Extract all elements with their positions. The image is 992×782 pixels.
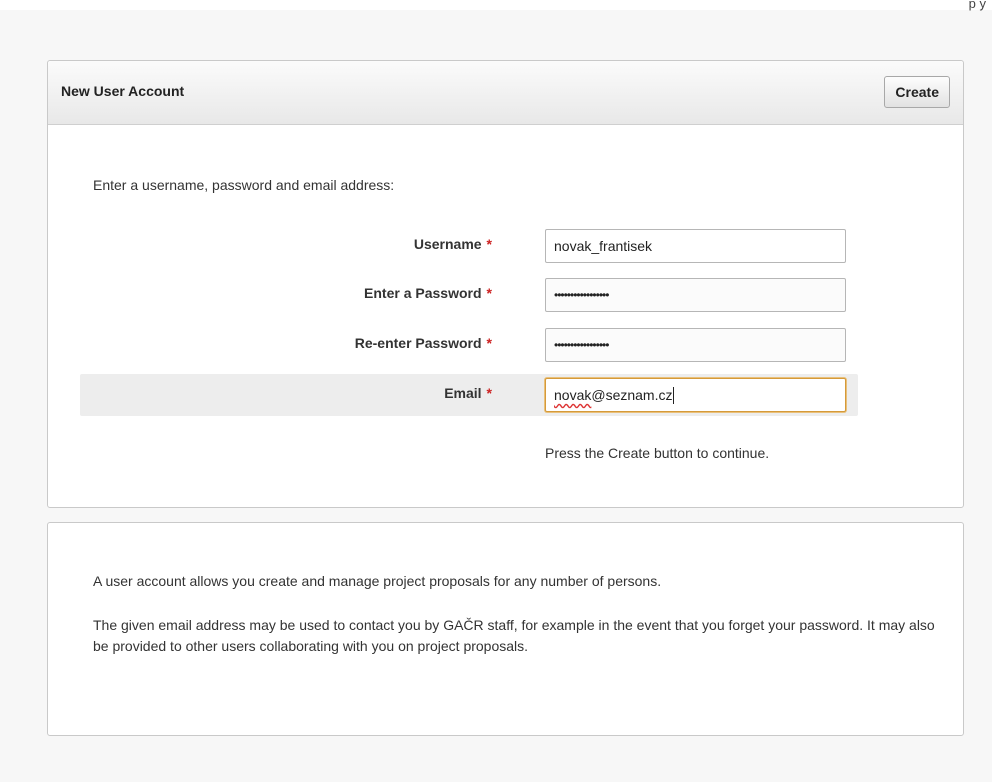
- text-caret: [673, 386, 675, 404]
- info-paragraph-2: The given email address may be used to c…: [93, 617, 935, 654]
- required-marker: *: [486, 335, 492, 351]
- email-row: Email * novak @seznam.cz: [80, 374, 858, 416]
- form-intro-text: Enter a username, password and email add…: [93, 177, 395, 193]
- password-confirm-row: Re-enter Password *: [80, 324, 858, 366]
- password-confirm-field[interactable]: [545, 328, 846, 362]
- email-field[interactable]: novak @seznam.cz: [545, 378, 846, 412]
- required-marker: *: [486, 236, 492, 252]
- top-strip: p y: [0, 0, 992, 11]
- required-marker: *: [486, 285, 492, 301]
- password-row: Enter a Password *: [80, 274, 858, 316]
- password-confirm-label: Re-enter Password *: [354, 335, 492, 351]
- create-hint-text: Press the Create button to continue.: [545, 445, 770, 461]
- username-label: Username *: [413, 236, 492, 252]
- username-row: Username *: [80, 225, 858, 267]
- email-value-user: novak: [554, 387, 592, 403]
- email-label: Email *: [444, 385, 492, 401]
- cropped-header-text: p y: [968, 0, 986, 11]
- required-marker: *: [486, 385, 492, 401]
- panel-title: New User Account: [61, 83, 185, 99]
- new-user-account-panel: New User Account Create Enter a username…: [47, 60, 964, 508]
- create-button[interactable]: Create: [884, 76, 950, 108]
- info-paragraph-1: A user account allows you create and man…: [93, 573, 662, 589]
- account-info-panel: A user account allows you create and man…: [47, 522, 964, 736]
- password-label: Enter a Password *: [364, 285, 492, 301]
- panel-header: New User Account Create: [48, 61, 963, 125]
- username-field[interactable]: [545, 229, 846, 263]
- password-field[interactable]: [545, 278, 846, 312]
- email-value-domain: @seznam.cz: [591, 387, 673, 403]
